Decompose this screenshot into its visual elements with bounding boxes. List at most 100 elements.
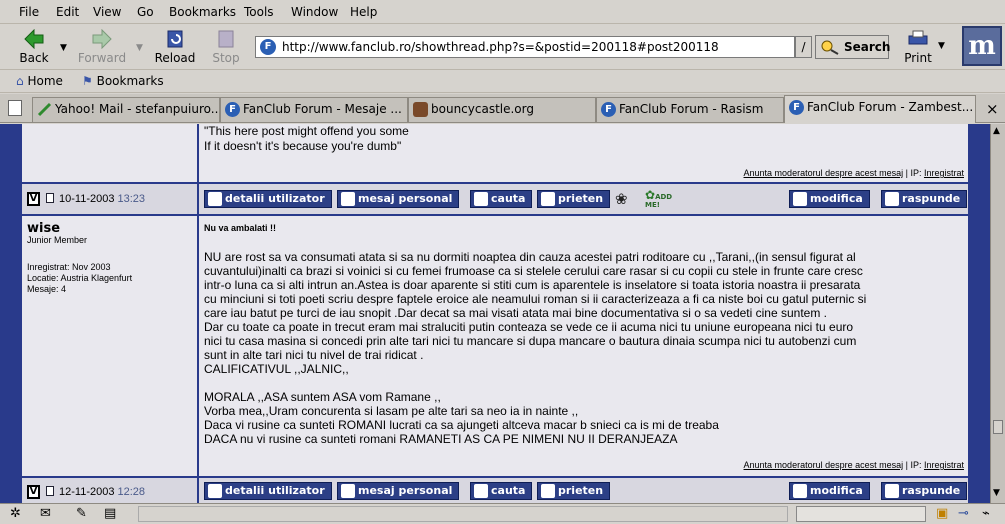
print-label: Print bbox=[904, 51, 932, 65]
post-checkbox-icon[interactable]: V bbox=[27, 192, 40, 206]
user-details-icon bbox=[208, 192, 222, 206]
close-tab-icon[interactable]: × bbox=[986, 100, 999, 118]
stop-label: Stop bbox=[212, 51, 240, 65]
menu-tools[interactable]: Tools bbox=[244, 5, 274, 19]
home-button[interactable]: ⌂ Home bbox=[16, 74, 63, 88]
edit-post-icon bbox=[793, 192, 807, 206]
user-details-button[interactable]: detalii utilizator bbox=[204, 482, 332, 500]
reply-post-button[interactable]: raspunde bbox=[881, 482, 968, 500]
post-message-line: Dar cu toate ca poate in trecut eram mai… bbox=[204, 320, 854, 334]
scroll-thumb[interactable] bbox=[993, 420, 1003, 434]
menu-view[interactable]: View bbox=[93, 5, 121, 19]
menu-edit[interactable]: Edit bbox=[56, 5, 79, 19]
mail-icon[interactable]: ✉ bbox=[40, 506, 51, 521]
post-checkbox-icon[interactable]: V bbox=[27, 485, 40, 499]
add-me-icon[interactable]: ✿ADD ME! bbox=[645, 189, 677, 209]
post-message-line: cu minciuni si toti poeti scriu despre f… bbox=[204, 292, 867, 306]
yahoo-pen-icon bbox=[37, 102, 52, 117]
home-icon: ⌂ bbox=[16, 74, 24, 88]
print-dropdown-icon[interactable]: ▼ bbox=[938, 41, 945, 51]
mozilla-logo-icon[interactable]: m bbox=[962, 26, 1002, 66]
edit-post-button[interactable]: modifica bbox=[789, 190, 870, 208]
tab-yahoo-mail[interactable]: Yahoo! Mail - stefanpuiuro... bbox=[32, 97, 220, 122]
prev-post-footer: Anunta moderatorul despre acest mesaj | … bbox=[744, 168, 964, 178]
tab-fanclub-zambest[interactable]: F FanClub Forum - Zambest... bbox=[784, 95, 976, 123]
navigator-icon[interactable]: ✲ bbox=[10, 506, 21, 521]
post-message-line: cuvantului)inalti ca brazi si voinici si… bbox=[204, 264, 863, 278]
bookmarks-icon: ⚑ bbox=[82, 74, 93, 88]
author-rank: Junior Member bbox=[27, 235, 88, 245]
author-name[interactable]: wise bbox=[27, 221, 60, 236]
menu-help[interactable]: Help bbox=[350, 5, 377, 19]
url-go-button[interactable]: / bbox=[795, 36, 812, 58]
back-dropdown-icon[interactable]: ▼ bbox=[60, 43, 67, 53]
back-arrow-icon bbox=[24, 29, 44, 49]
scroll-down-icon[interactable]: ▼ bbox=[993, 488, 1000, 498]
menu-bar: File Edit View Go Bookmarks Tools Window… bbox=[0, 0, 1005, 24]
offline-plug-icon[interactable]: ⌁ bbox=[982, 506, 990, 521]
add-friend-button[interactable]: prieten bbox=[537, 482, 611, 500]
post-title: Nu va ambalati !! bbox=[204, 223, 277, 233]
composer-icon[interactable]: ✎ bbox=[76, 506, 87, 521]
fanclub-icon: F bbox=[789, 100, 804, 115]
edit-post-button[interactable]: modifica bbox=[789, 482, 870, 500]
prev-post-body: "This here post might offend you some If… bbox=[199, 124, 968, 182]
reload-button[interactable]: Reload bbox=[152, 27, 198, 67]
print-button[interactable]: Print bbox=[898, 27, 938, 67]
tab-fanclub-rasism[interactable]: F FanClub Forum - Rasism bbox=[596, 97, 784, 122]
new-tab-icon[interactable] bbox=[8, 100, 22, 116]
status-bar: ✲ ✉ ✎ ▤ ▣ ⊸ ⌁ bbox=[0, 503, 1005, 524]
ip-link[interactable]: Inregistrat bbox=[924, 460, 964, 470]
tab-fanclub-mesaje[interactable]: F FanClub Forum - Mesaje ... bbox=[220, 97, 408, 122]
user-details-button[interactable]: detalii utilizator bbox=[204, 190, 332, 208]
post-message-line: intr-o luna ca si alti intrun an.Astea i… bbox=[204, 278, 861, 292]
online-status-icon[interactable]: ⊸ bbox=[958, 506, 969, 521]
prev-post-sidebar bbox=[22, 124, 197, 182]
back-button[interactable]: Back bbox=[14, 27, 54, 67]
search-user-button[interactable]: cauta bbox=[470, 482, 533, 500]
post-footer: Anunta moderatorul despre acest mesaj | … bbox=[744, 460, 964, 470]
private-message-icon bbox=[341, 484, 355, 498]
menu-go[interactable]: Go bbox=[137, 5, 154, 19]
bouncycastle-icon bbox=[413, 102, 428, 117]
post-message: NU are rost sa va consumati atata si sa … bbox=[204, 250, 866, 446]
private-message-button[interactable]: mesaj personal bbox=[337, 482, 460, 500]
author-sidebar: wise Junior Member Inregistrat: Nov 2003… bbox=[22, 216, 197, 476]
forward-button[interactable]: Forward bbox=[76, 27, 128, 67]
ip-link[interactable]: Inregistrat bbox=[924, 168, 964, 178]
status-text bbox=[138, 506, 788, 522]
post-date: 12-11-2003 12:28 bbox=[59, 486, 146, 498]
icq-flower-icon[interactable]: ❀ bbox=[615, 190, 628, 208]
security-lock-icon[interactable]: ▣ bbox=[936, 506, 948, 521]
bookmarks-label: Bookmarks bbox=[96, 74, 164, 88]
url-text: http://www.fanclub.ro/showthread.php?s=&… bbox=[282, 40, 719, 54]
addressbook-icon[interactable]: ▤ bbox=[104, 506, 116, 521]
add-friend-button[interactable]: prieten bbox=[537, 190, 611, 208]
reply-post-button[interactable]: raspunde bbox=[881, 190, 968, 208]
tab-label: FanClub Forum - Zambest... bbox=[807, 100, 974, 114]
menu-bookmarks[interactable]: Bookmarks bbox=[169, 5, 236, 19]
search-user-button[interactable]: cauta bbox=[470, 190, 533, 208]
tab-bouncycastle[interactable]: bouncycastle.org bbox=[408, 97, 596, 122]
post-message-line: Vorba mea,,Uram concurenta si lasam pe a… bbox=[204, 404, 579, 418]
post-date-cell: V 10-11-2003 13:23 bbox=[22, 184, 197, 214]
post-message-line: nici tu casa masina si concedi prin alte… bbox=[204, 334, 857, 348]
post-actions-bar: detalii utilizator mesaj personal cauta … bbox=[199, 184, 968, 214]
post-message-line: care iau batut pe turci de iau snopit .D… bbox=[204, 306, 827, 320]
menu-window[interactable]: Window bbox=[291, 5, 338, 19]
search-button[interactable]: Search bbox=[815, 35, 890, 59]
reload-icon bbox=[167, 30, 183, 48]
forward-dropdown-icon[interactable]: ▼ bbox=[136, 43, 143, 53]
menu-file[interactable]: File bbox=[19, 5, 39, 19]
stop-button[interactable]: Stop bbox=[208, 27, 244, 67]
report-post-link[interactable]: Anunta moderatorul despre acest mesaj bbox=[744, 460, 904, 470]
report-post-link[interactable]: Anunta moderatorul despre acest mesaj bbox=[744, 168, 904, 178]
post-message-line: DACA nu vi rusine ca sunteti romani RAMA… bbox=[204, 432, 678, 446]
bookmarks-button[interactable]: ⚑ Bookmarks bbox=[82, 74, 164, 88]
url-input[interactable]: F http://www.fanclub.ro/showthread.php?s… bbox=[255, 36, 795, 58]
vertical-scrollbar[interactable]: ▲ ▼ bbox=[990, 124, 1005, 503]
private-message-button[interactable]: mesaj personal bbox=[337, 190, 460, 208]
tab-label: Yahoo! Mail - stefanpuiuro... bbox=[55, 102, 220, 116]
page-content: "This here post might offend you some If… bbox=[0, 124, 990, 503]
scroll-up-icon[interactable]: ▲ bbox=[993, 126, 1000, 136]
